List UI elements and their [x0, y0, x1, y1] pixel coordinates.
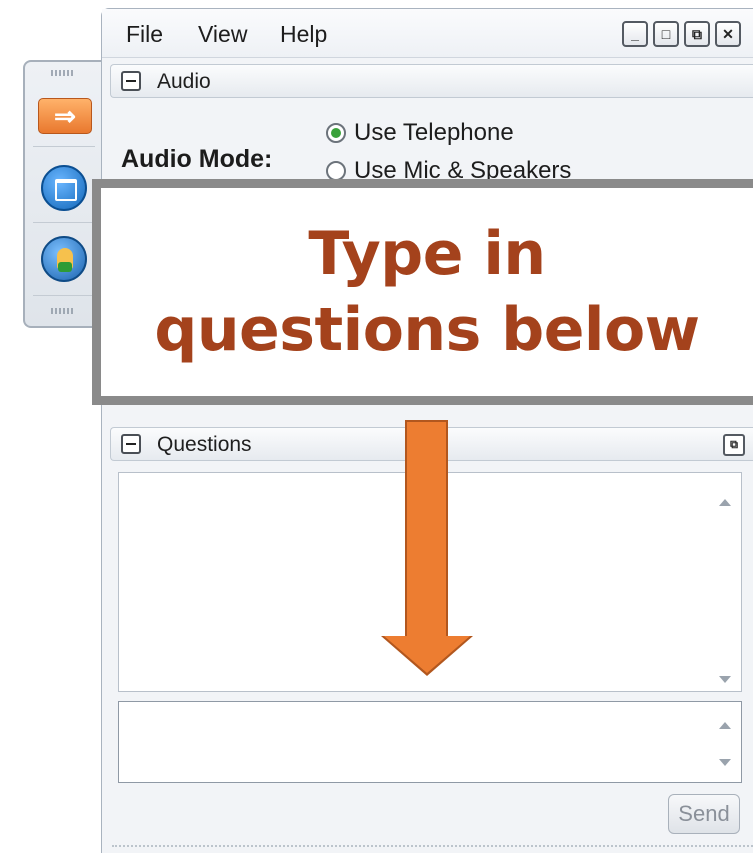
audio-panel-header[interactable]: Audio [110, 64, 753, 98]
question-input[interactable] [118, 701, 742, 783]
menu-help[interactable]: Help [280, 21, 327, 48]
down-arrow-shaft [405, 420, 448, 640]
popout-icon[interactable]: ⧉ [723, 434, 745, 456]
mic-speakers-radio[interactable] [326, 161, 346, 181]
strip-divider [33, 295, 95, 296]
strip-grip-top[interactable] [51, 70, 75, 76]
scroll-down-icon[interactable] [719, 676, 731, 683]
strip-divider [33, 222, 95, 223]
callout-line-2: questions below [154, 295, 700, 365]
callout-line-1: Type in [308, 219, 546, 289]
scroll-down-icon[interactable] [719, 759, 731, 766]
panel-divider [112, 845, 753, 847]
raise-hand-icon[interactable] [41, 236, 87, 282]
collapse-icon[interactable] [121, 434, 141, 454]
strip-divider [33, 146, 95, 147]
strip-grip-bottom[interactable] [51, 308, 75, 314]
audio-panel-title: Audio [157, 70, 211, 93]
questions-panel-title: Questions [157, 433, 252, 456]
hand-arrow-icon[interactable]: ⇒ [38, 98, 92, 134]
menu-view[interactable]: View [198, 21, 247, 48]
telephone-option-label[interactable]: Use Telephone [354, 119, 514, 147]
tool-strip: ⇒ [23, 60, 101, 328]
scroll-up-icon[interactable] [719, 499, 731, 506]
down-arrow-icon [381, 636, 473, 676]
close-button[interactable]: ✕ [715, 21, 741, 47]
collapse-icon[interactable] [121, 71, 141, 91]
telephone-radio[interactable] [326, 123, 346, 143]
maximize-button[interactable]: □ [653, 21, 679, 47]
menu-file[interactable]: File [126, 21, 163, 48]
window-icon[interactable] [41, 165, 87, 211]
menu-bar: File View Help _ □ ⧉ ✕ [102, 9, 753, 58]
scroll-up-icon[interactable] [719, 722, 731, 729]
send-button[interactable]: Send [668, 794, 740, 834]
audio-mode-label: Audio Mode: [121, 145, 273, 173]
minimize-button[interactable]: _ [622, 21, 648, 47]
instruction-callout: Type in questions below [92, 179, 753, 405]
restore-button[interactable]: ⧉ [684, 21, 710, 47]
